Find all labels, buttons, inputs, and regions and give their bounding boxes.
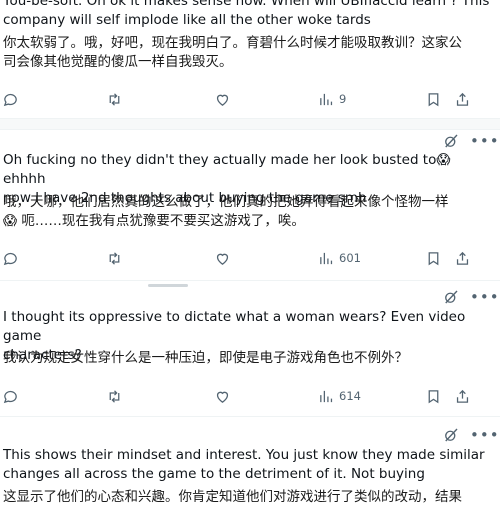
thread-separator [0,118,500,130]
retweet-icon [109,251,120,265]
share-button[interactable] [454,385,471,407]
tweet-2-actions: 601 [0,247,500,269]
views-button[interactable]: 601 [318,247,361,269]
views-count: 601 [339,251,361,265]
tweet-1-translation: 你太软弱了。哦，好吧，现在我明白了。育碧什么时候才能吸取教训？这家公 司会像其他… [3,35,462,70]
tweet-3[interactable]: ••• I thought its oppressive to dictate … [0,284,500,414]
heart-icon [216,391,229,403]
reply-icon [3,252,17,265]
views-count: 614 [339,389,361,403]
share-button[interactable] [454,88,471,110]
views-count: 9 [339,92,347,106]
reply-button[interactable] [2,88,19,110]
more-icon[interactable]: ••• [470,426,499,444]
views-icon [320,390,333,402]
share-icon [456,92,469,106]
grok-icon[interactable] [442,132,460,150]
bookmark-icon [428,389,439,403]
retweet-icon [109,389,120,403]
reply-button[interactable] [2,385,19,407]
share-icon [456,389,469,403]
divider [0,416,500,417]
tweet-3-translation: 我认为规定女性穿什么是一种压迫，即使是电子游戏角色也不例外？ [3,350,408,366]
more-icon[interactable]: ••• [470,132,499,150]
like-button[interactable] [214,385,231,407]
retweet-icon [109,92,120,106]
views-icon [320,252,333,264]
bookmark-icon [428,92,439,106]
share-icon [456,251,469,265]
bookmark-button[interactable] [425,385,442,407]
heart-icon [216,94,229,106]
tweet-1-actions: 9 [0,88,500,110]
bookmark-button[interactable] [425,88,442,110]
tweet-3-actions: 614 [0,385,500,407]
retweet-button[interactable] [106,88,123,110]
reply-icon [3,390,17,403]
reply-icon [3,93,17,106]
tweet-4-text: This shows their mindset and interest. Y… [3,447,485,482]
tweet-2-translation: 哦，天哪，他们居然真的这么做了，他们真的把她弄得看起来像个怪物一样 😱 呃……现… [3,194,449,229]
views-button[interactable]: 9 [318,88,346,110]
retweet-button[interactable] [106,385,123,407]
tweet-2[interactable]: ••• Oh fucking no they didn't they actua… [0,130,500,278]
share-button[interactable] [454,247,471,269]
retweet-button[interactable] [106,247,123,269]
tweet-4-translation: 这显示了他们的心态和兴趣。你肯定知道他们对游戏进行了类似的改动，结果 [3,489,462,505]
like-button[interactable] [214,247,231,269]
tweet-1-text: You-be-soft. Oh ok it makes sense now. W… [3,0,490,28]
divider [0,280,500,281]
clipped-header [148,284,188,287]
tweet-1[interactable]: You-be-soft. Oh ok it makes sense now. W… [0,0,500,118]
grok-icon[interactable] [442,426,460,444]
more-icon[interactable]: ••• [470,288,499,306]
reply-button[interactable] [2,247,19,269]
bookmark-button[interactable] [425,247,442,269]
grok-icon[interactable] [442,288,460,306]
like-button[interactable] [214,88,231,110]
bookmark-icon [428,251,439,265]
tweet-4[interactable]: ••• This shows their mindset and interes… [0,420,500,505]
views-icon [320,93,333,105]
heart-icon [216,253,229,265]
views-button[interactable]: 614 [318,385,361,407]
